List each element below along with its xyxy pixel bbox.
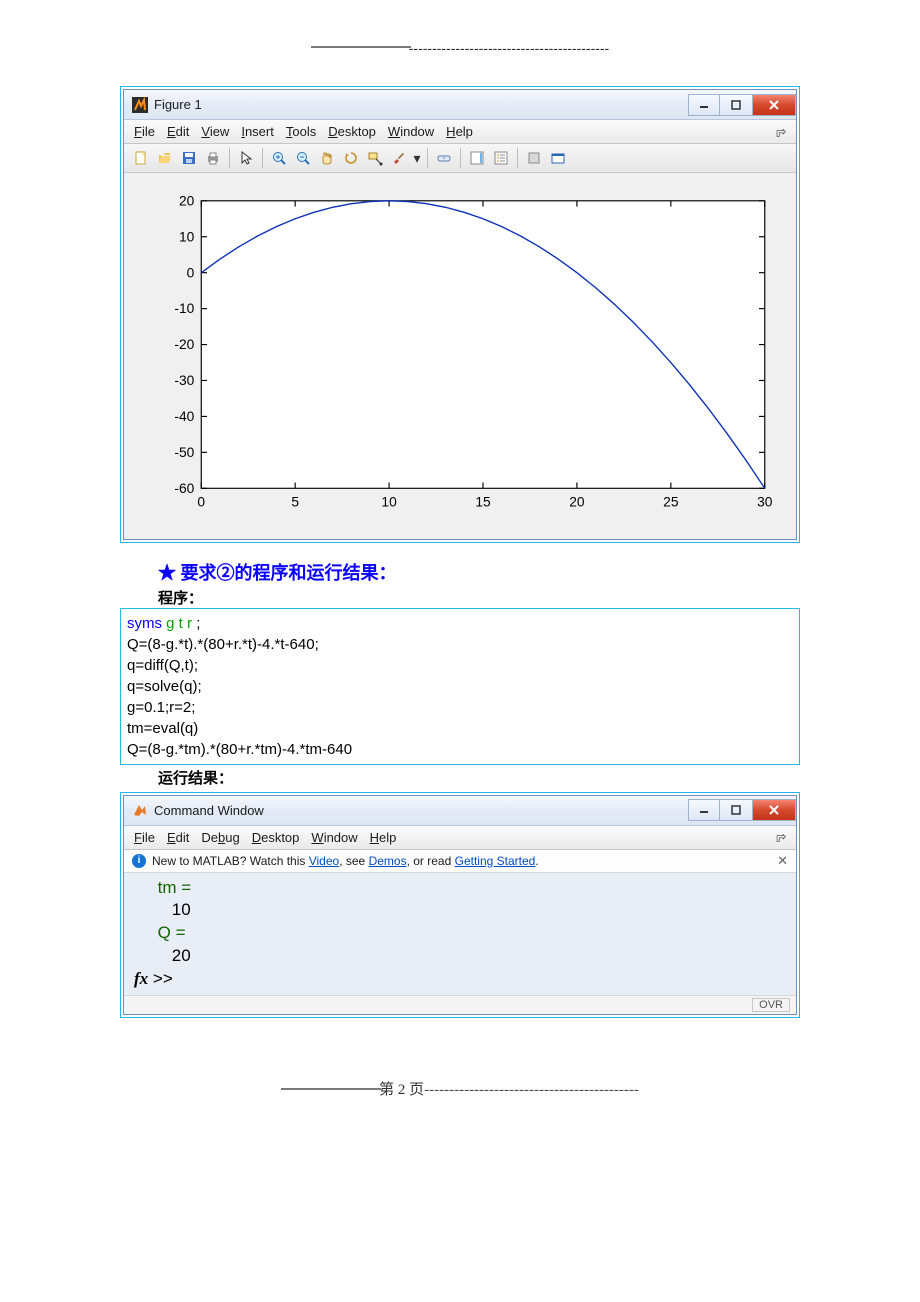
maximize-button[interactable]: [720, 94, 752, 116]
menu-window[interactable]: Window: [311, 830, 357, 845]
status-bar: OVR: [124, 995, 796, 1014]
menu-edit[interactable]: Edit: [167, 124, 189, 139]
zoom-in-icon[interactable]: [268, 147, 290, 169]
new-file-icon[interactable]: [130, 147, 152, 169]
code-label: 程序：: [158, 587, 800, 608]
svg-text:10: 10: [381, 495, 397, 510]
matlab-figure-icon: [132, 97, 148, 113]
section-heading: ★ 要求②的程序和运行结果：: [158, 559, 800, 585]
top-rule: ----------------------------------------…: [120, 40, 800, 56]
dock-figure-icon[interactable]: [547, 147, 569, 169]
figure-toolbar: ▾: [124, 144, 796, 173]
figure-titlebar: Figure 1: [124, 90, 796, 120]
demos-link[interactable]: Demos: [369, 854, 407, 868]
zoom-out-icon[interactable]: [292, 147, 314, 169]
info-bar: i New to MATLAB? Watch this Video, see D…: [124, 850, 796, 873]
svg-text:5: 5: [291, 495, 299, 510]
svg-text:-40: -40: [174, 409, 194, 424]
minimize-button[interactable]: [688, 799, 720, 821]
hide-tools-icon[interactable]: [523, 147, 545, 169]
brush-dropdown-icon[interactable]: ▾: [412, 147, 422, 169]
figure-window: Figure 1 File Edit View Insert Tools Des…: [123, 89, 797, 540]
menu-window[interactable]: Window: [388, 124, 434, 139]
svg-text:20: 20: [569, 495, 585, 510]
matlab-icon: [132, 802, 148, 818]
cmd-title: Command Window: [154, 803, 264, 818]
menu-desktop[interactable]: Desktop: [328, 124, 376, 139]
menu-view[interactable]: View: [201, 124, 229, 139]
svg-text:-10: -10: [174, 301, 194, 316]
link-icon[interactable]: [433, 147, 455, 169]
figure-menubar: File Edit View Insert Tools Desktop Wind…: [124, 120, 796, 144]
menu-desktop[interactable]: Desktop: [252, 830, 300, 845]
svg-text:30: 30: [757, 495, 773, 510]
fx-icon[interactable]: fx: [134, 969, 148, 988]
svg-text:0: 0: [197, 495, 205, 510]
svg-text:-50: -50: [174, 445, 194, 460]
print-icon[interactable]: [202, 147, 224, 169]
info-icon: i: [132, 854, 146, 868]
menu-help[interactable]: Help: [370, 830, 397, 845]
plot-area: 20100-10-20-30-40-50-60051015202530: [124, 173, 796, 539]
svg-text:25: 25: [663, 495, 679, 510]
svg-text:20: 20: [179, 193, 195, 208]
ovr-indicator: OVR: [752, 998, 790, 1012]
menu-file[interactable]: File: [134, 830, 155, 845]
figure-window-wrap: Figure 1 File Edit View Insert Tools Des…: [120, 86, 800, 543]
window-buttons: [688, 94, 796, 116]
command-window-wrap: Command Window File Edit Debug Desktop W…: [120, 792, 800, 1019]
menu-help[interactable]: Help: [446, 124, 473, 139]
dock-icon[interactable]: ⏎: [776, 830, 786, 844]
cmd-titlebar: Command Window: [124, 796, 796, 826]
rotate-icon[interactable]: [340, 147, 362, 169]
menu-insert[interactable]: Insert: [241, 124, 274, 139]
menu-debug[interactable]: Debug: [201, 830, 239, 845]
data-cursor-icon[interactable]: [364, 147, 386, 169]
prompt[interactable]: >>: [153, 969, 173, 988]
command-window: Command Window File Edit Debug Desktop W…: [123, 795, 797, 1016]
close-button[interactable]: [752, 799, 796, 821]
cmd-output: tm = 10 Q = 20 fx >>: [124, 873, 796, 996]
svg-text:-30: -30: [174, 373, 194, 388]
menu-file[interactable]: File: [134, 124, 155, 139]
figure-title: Figure 1: [154, 97, 202, 112]
info-close-icon[interactable]: ✕: [777, 853, 788, 869]
svg-text:0: 0: [187, 265, 195, 280]
svg-text:-60: -60: [174, 481, 194, 496]
svg-text:10: 10: [179, 229, 195, 244]
video-link[interactable]: Video: [309, 854, 339, 868]
svg-text:15: 15: [475, 495, 491, 510]
cmd-menubar: File Edit Debug Desktop Window Help ⏎: [124, 826, 796, 850]
result-label: 运行结果：: [158, 767, 800, 788]
figure-axes: 20100-10-20-30-40-50-60051015202530: [138, 187, 782, 521]
pointer-icon[interactable]: [235, 147, 257, 169]
info-text: New to MATLAB? Watch this Video, see Dem…: [152, 854, 539, 868]
getting-started-link[interactable]: Getting Started: [455, 854, 536, 868]
save-icon[interactable]: [178, 147, 200, 169]
code-box: syms g t r ; Q=(8-g.*t).*(80+r.*t)-4.*t-…: [120, 608, 800, 765]
menu-edit[interactable]: Edit: [167, 830, 189, 845]
close-button[interactable]: [752, 94, 796, 116]
page-footer: 第 2 页-----------------------------------…: [120, 1078, 800, 1099]
maximize-button[interactable]: [720, 799, 752, 821]
brush-icon[interactable]: [388, 147, 410, 169]
open-icon[interactable]: [154, 147, 176, 169]
pan-icon[interactable]: [316, 147, 338, 169]
legend-icon[interactable]: [490, 147, 512, 169]
svg-text:-20: -20: [174, 337, 194, 352]
minimize-button[interactable]: [688, 94, 720, 116]
menu-tools[interactable]: Tools: [286, 124, 316, 139]
dock-icon[interactable]: ⏎: [776, 125, 786, 139]
colorbar-icon[interactable]: [466, 147, 488, 169]
